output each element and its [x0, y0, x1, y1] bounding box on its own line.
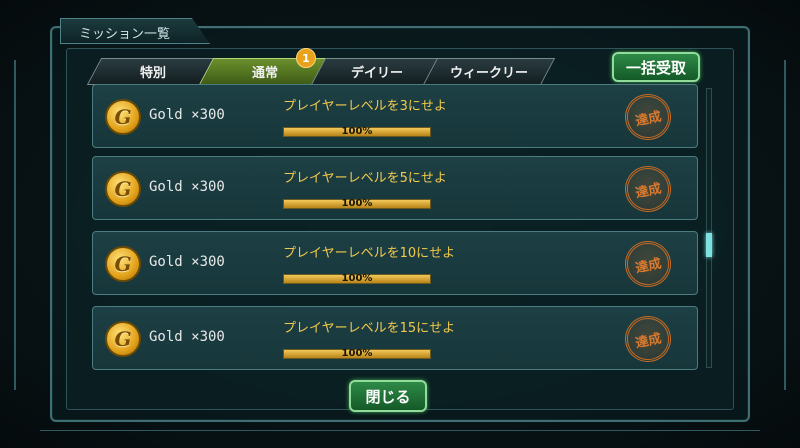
mission-row: G Gold ×300 プレイヤーレベルを15にせよ 100% 達成 — [92, 306, 698, 370]
progress-bar: 100% — [283, 273, 431, 284]
achieved-stamp[interactable]: 達成 — [620, 161, 676, 217]
stamp-label: 達成 — [634, 180, 663, 201]
progress-text: 100% — [341, 348, 373, 359]
reward-text: Gold ×300 — [149, 254, 225, 270]
gold-coin-icon: G — [105, 246, 141, 282]
mission-description: プレイヤーレベルを3にせよ — [283, 99, 447, 114]
progress-bar: 100% — [283, 348, 431, 359]
mission-row: G Gold ×300 プレイヤーレベルを3にせよ 100% 達成 — [92, 84, 698, 148]
window-title: ミッション一覧 — [79, 27, 171, 42]
progress-text: 100% — [341, 273, 373, 284]
gold-coin-icon: G — [105, 99, 141, 135]
stamp-label: 達成 — [634, 255, 663, 276]
reward-text: Gold ×300 — [149, 179, 225, 195]
progress-bar: 100% — [283, 126, 431, 137]
mission-description: プレイヤーレベルを10にせよ — [283, 246, 456, 261]
tab-label: 特別 — [139, 66, 166, 81]
scroll-thumb[interactable] — [706, 233, 712, 257]
notification-badge: 1 — [296, 48, 316, 68]
stamp-label: 達成 — [634, 330, 663, 351]
mission-description: プレイヤーレベルを15にせよ — [283, 321, 456, 336]
tab-label: 通常 — [251, 66, 278, 81]
stamp-label: 達成 — [634, 108, 663, 129]
tab-label: ウィークリー — [449, 66, 528, 81]
gold-coin-icon: G — [105, 321, 141, 357]
achieved-stamp[interactable]: 達成 — [620, 311, 676, 367]
progress-text: 100% — [341, 198, 373, 209]
collect-all-button[interactable]: 一括受取 — [612, 52, 700, 82]
close-button[interactable]: 閉じる — [349, 380, 427, 412]
frame-deco-bottom — [40, 430, 760, 431]
tab-daily[interactable]: デイリー — [310, 58, 444, 85]
progress-text: 100% — [341, 126, 373, 137]
mission-row: G Gold ×300 プレイヤーレベルを5にせよ 100% 達成 — [92, 156, 698, 220]
frame-deco-left — [14, 60, 16, 390]
reward-text: Gold ×300 — [149, 329, 225, 345]
mission-description: プレイヤーレベルを5にせよ — [283, 171, 447, 186]
mission-row: G Gold ×300 プレイヤーレベルを10にせよ 100% 達成 — [92, 231, 698, 295]
achieved-stamp[interactable]: 達成 — [620, 89, 676, 145]
progress-bar: 100% — [283, 198, 431, 209]
tab-special[interactable]: 特別 — [86, 58, 220, 85]
tab-weekly[interactable]: ウィークリー — [422, 58, 556, 85]
reward-text: Gold ×300 — [149, 107, 225, 123]
achieved-stamp[interactable]: 達成 — [620, 236, 676, 292]
window-title-tab: ミッション一覧 — [60, 18, 210, 44]
list-scrollbar[interactable] — [706, 88, 712, 368]
tab-label: デイリー — [350, 66, 403, 81]
frame-deco-right — [784, 60, 786, 390]
gold-coin-icon: G — [105, 171, 141, 207]
